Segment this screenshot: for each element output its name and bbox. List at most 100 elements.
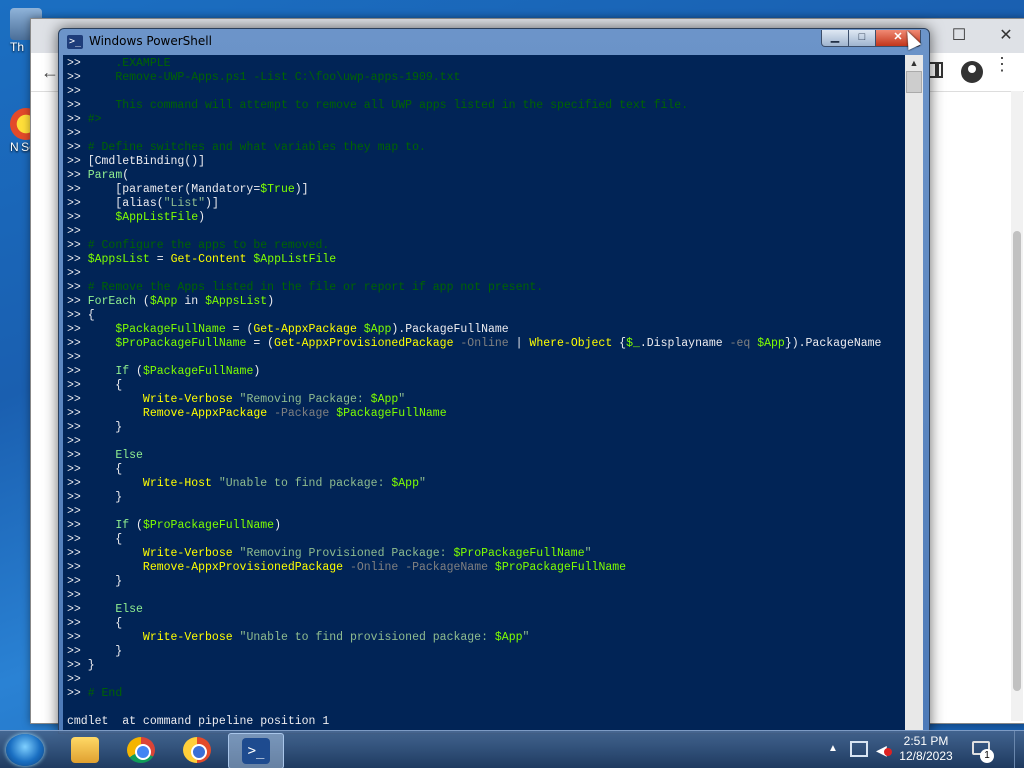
console-token: >> (67, 225, 81, 238)
console-line: >> { (67, 533, 122, 547)
taskbar-chrome[interactable] (114, 733, 168, 767)
show-desktop-button[interactable] (1014, 731, 1024, 768)
console-token: >> (67, 547, 143, 560)
console-line: >> Param( (67, 169, 129, 183)
console-token: # Configure the apps to be removed. (87, 239, 330, 252)
console-token: -Online (349, 561, 399, 574)
start-button[interactable] (6, 734, 44, 766)
console-line: >> Else (67, 449, 143, 463)
scrollbar-thumb[interactable] (906, 71, 922, 93)
powershell-window: >_ Windows PowerShell ▁ □ ✕ >> .EXAMPLE >… (58, 28, 930, 734)
console-token: >> (67, 631, 143, 644)
taskbar-chrome-2[interactable] (170, 733, 224, 767)
console-line: >> # Configure the apps to be removed. (67, 239, 329, 253)
console-token: Remove-UWP-Apps.ps1 -List C:\foo\uwp-app… (115, 71, 461, 84)
maximize-button[interactable]: □ (848, 30, 876, 47)
console-line: >> If ($PackageFullName) (67, 365, 260, 379)
console-token: Else (115, 603, 143, 616)
taskbar-file-explorer[interactable] (58, 733, 112, 767)
console-line: >> } (67, 659, 95, 673)
console-token: Get-Content (170, 253, 247, 266)
console-line: >> } (67, 421, 122, 435)
powershell-icon: >_ (242, 738, 270, 764)
console-token: $PackageFullName (142, 365, 254, 378)
console-token: .Displayname (639, 337, 730, 350)
console-token: >> (67, 589, 81, 602)
console-line: >> (67, 225, 81, 239)
network-icon[interactable] (850, 741, 868, 757)
console-token: $App (370, 393, 399, 406)
console-token: Write-Verbose (142, 547, 233, 560)
browser-close-button[interactable]: ✕ (986, 25, 1024, 47)
console-token: >> (67, 337, 116, 350)
console-token: " (522, 631, 530, 644)
console-token: -PackageName (405, 561, 489, 574)
console-line: >> [parameter(Mandatory=$True)] (67, 183, 309, 197)
taskbar: >_ ▲ ◀ 2:51 PM 12/8/2023 1 (0, 730, 1024, 768)
console-token: ).PackageFullName (391, 323, 509, 336)
scrollbar-thumb[interactable] (1013, 231, 1021, 691)
console-token: Get-AppxProvisionedPackage (274, 337, 454, 350)
console-token: >> [CmdletBinding()] (67, 155, 206, 168)
console-token: ( (136, 295, 150, 308)
volume-icon[interactable]: ◀ (876, 742, 892, 759)
console-token: $PackageFullName (336, 407, 447, 420)
console-token: >> { (67, 309, 95, 322)
console-token: Remove-AppxProvisionedPackage (142, 561, 344, 574)
console-line: >> .EXAMPLE (67, 57, 171, 71)
console-line: >> (67, 267, 81, 281)
notification-count-badge: 1 (980, 749, 994, 763)
kebab-menu-icon[interactable]: ⋮ (993, 55, 1011, 73)
console-token: $ProPackageFullName (494, 561, 627, 574)
console-token: # Define switches and what variables the… (87, 141, 426, 154)
console-token: "Removing Provisioned Package: (239, 547, 454, 560)
show-hidden-icons-icon[interactable]: ▲ (828, 743, 838, 754)
console-token: >> { (67, 533, 123, 546)
console-token: ( (122, 169, 130, 182)
system-clock[interactable]: 2:51 PM 12/8/2023 (898, 734, 954, 764)
console-token: " (418, 477, 426, 490)
console-token: >> } (67, 575, 123, 588)
console-token: "Unable to find package: (218, 477, 392, 490)
console-line: >> (67, 85, 81, 99)
console-token: -Online (460, 337, 509, 350)
console-token: >> [alias( (67, 197, 164, 210)
browser-maximize-button[interactable]: ☐ (939, 25, 979, 47)
console-token: -Package (274, 407, 330, 420)
console-token: >> (67, 71, 116, 84)
console-token: cmdlet at command pipeline position 1 (67, 715, 330, 728)
profile-avatar-icon[interactable] (961, 61, 983, 83)
console-token: | (508, 337, 530, 350)
console-line: >> #> (67, 113, 102, 127)
console-token: $_ (626, 337, 640, 350)
console-line: >> Write-Host "Unable to find package: $… (67, 477, 426, 491)
console-token: >> (67, 169, 88, 182)
minimize-button[interactable]: ▁ (821, 30, 849, 47)
console-scrollbar[interactable]: ▲ (905, 55, 923, 731)
scroll-up-arrow-icon[interactable]: ▲ (905, 55, 923, 71)
console-token: This command will attempt to remove all … (115, 99, 689, 112)
console-output[interactable]: >> .EXAMPLE >> Remove-UWP-Apps.ps1 -List … (63, 55, 905, 731)
console-token: >> } (67, 645, 123, 658)
clock-time: 2:51 PM (903, 734, 949, 748)
console-token: >> (67, 141, 88, 154)
console-token: >> (67, 253, 88, 266)
console-token (488, 561, 495, 574)
console-token: >> } (67, 421, 123, 434)
console-token: )] (205, 197, 219, 210)
console-token: >> (67, 351, 81, 364)
back-arrow-icon[interactable]: ← (41, 62, 59, 83)
taskbar-powershell[interactable]: >_ (228, 733, 284, 768)
console-line: >> (67, 589, 81, 603)
console-token: Remove-AppxPackage (142, 407, 268, 420)
console-token: >> { (67, 463, 123, 476)
console-token: $App (149, 295, 178, 308)
powershell-titlebar[interactable]: >_ Windows PowerShell ▁ □ ✕ (59, 29, 929, 55)
console-token: ( (129, 365, 143, 378)
console-line: >> { (67, 463, 122, 477)
console-token: # End (87, 687, 123, 700)
console-line: >> { (67, 309, 95, 323)
browser-scrollbar[interactable] (1011, 91, 1023, 721)
console-token (233, 631, 240, 644)
console-token: ) (274, 519, 281, 532)
